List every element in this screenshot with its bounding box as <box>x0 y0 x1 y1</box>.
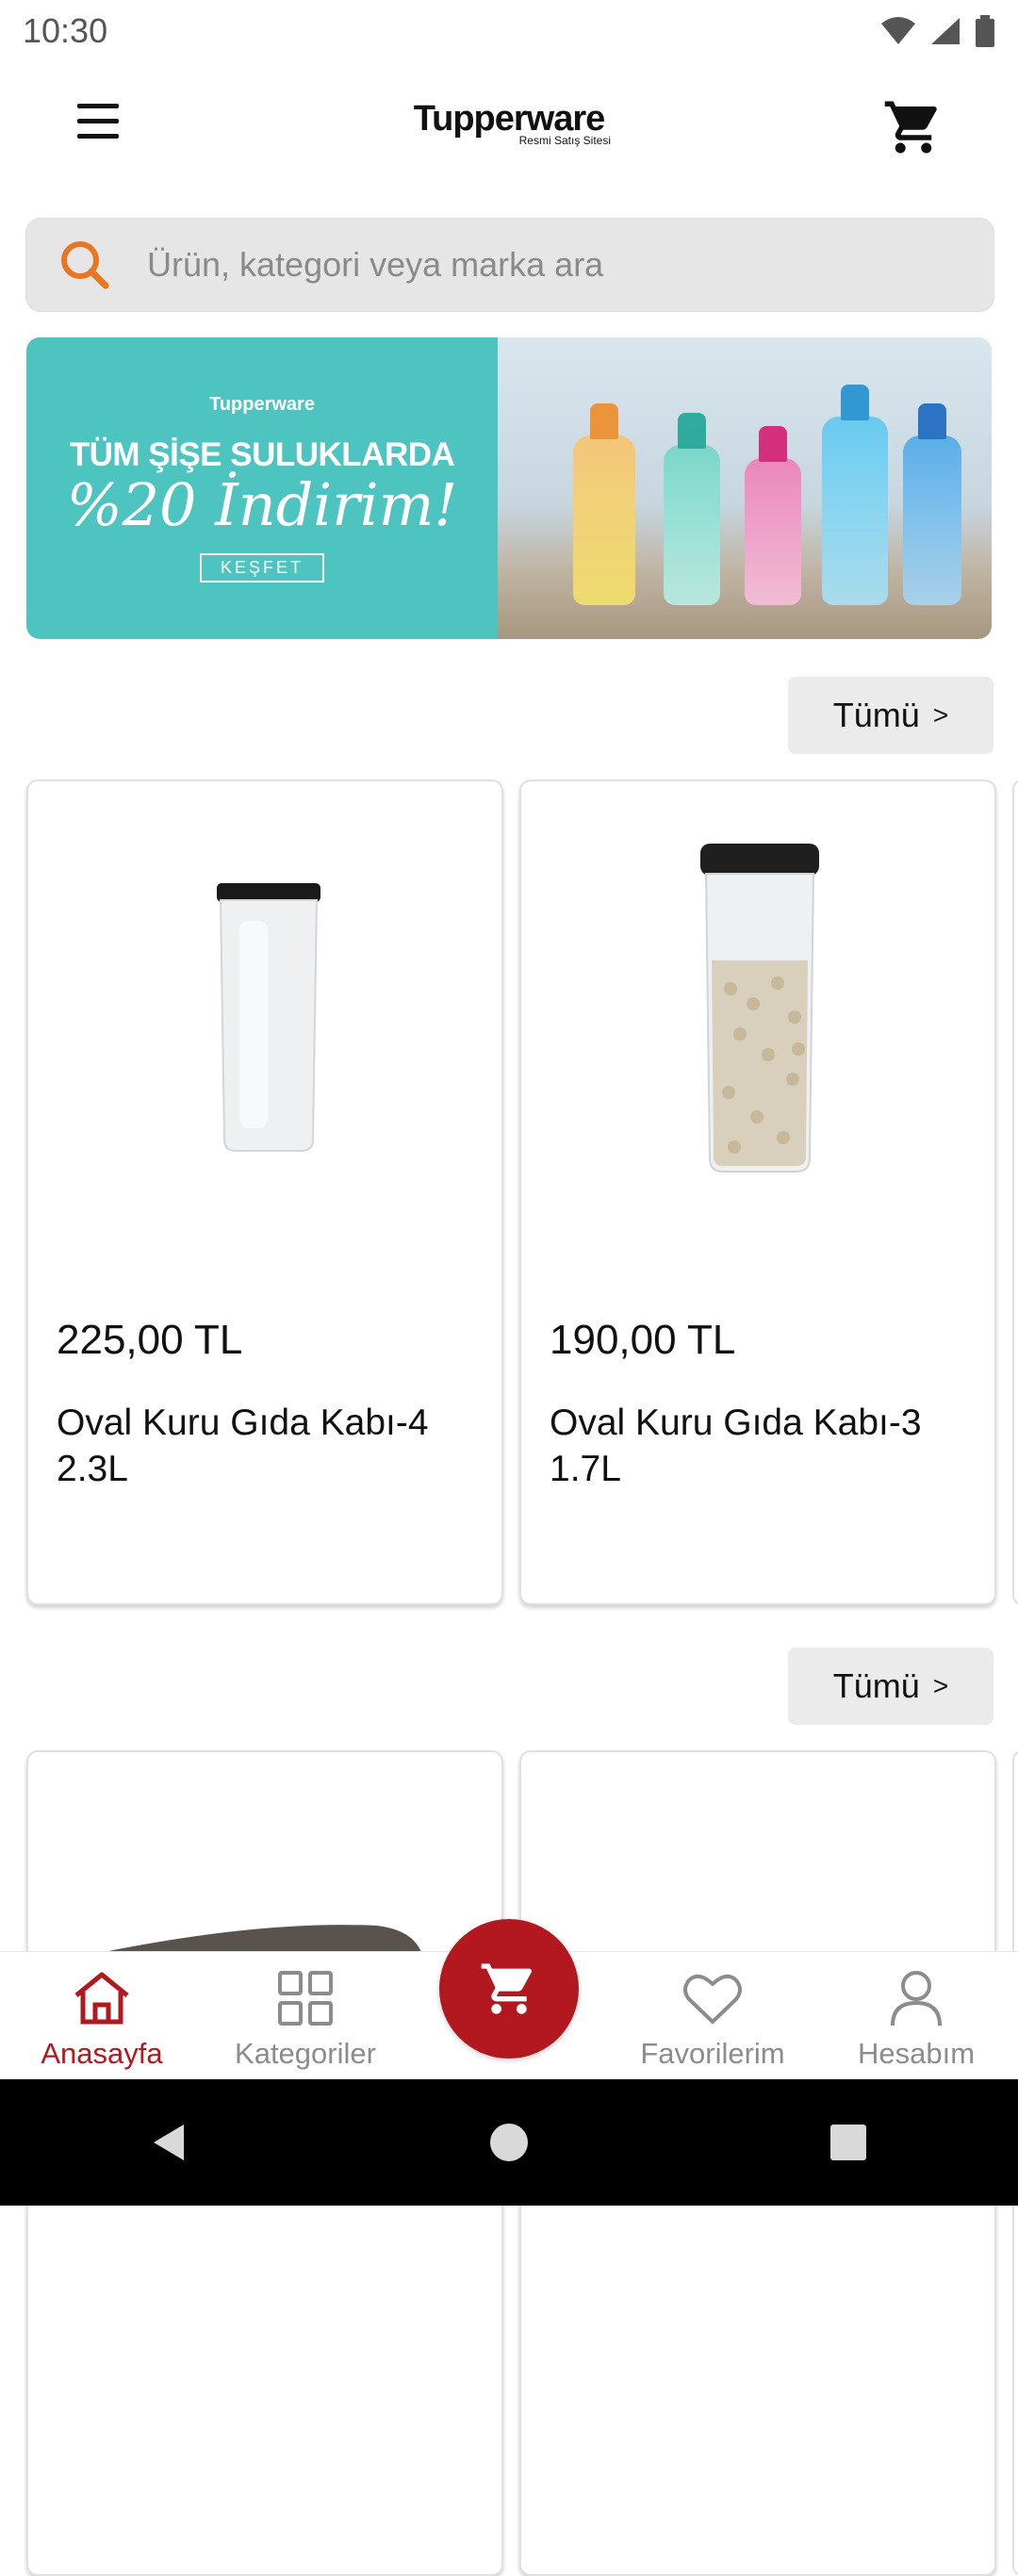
banner-brand: Tupperware <box>209 394 315 415</box>
bottle-teal <box>664 413 720 605</box>
menu-icon[interactable] <box>77 104 124 147</box>
see-all-button[interactable]: Tümü > <box>788 1648 993 1725</box>
product-card[interactable]: 190,00 TL Oval Kuru Gıda Kabı-3 1.7L <box>519 779 996 1605</box>
home-icon <box>74 1972 129 2025</box>
nav-favorites-label: Favorilerim <box>640 2037 785 2070</box>
battery-icon <box>976 15 994 47</box>
product-price: 225,00 TL <box>57 1317 243 1363</box>
search-bar[interactable] <box>25 218 994 312</box>
signal-icon <box>931 18 960 44</box>
nav-account[interactable]: Hesabım <box>814 1952 1018 2080</box>
cart-fab-button[interactable] <box>439 1919 579 2059</box>
nav-account-label: Hesabım <box>857 2037 976 2070</box>
banner-bottles-image <box>498 337 992 639</box>
bottle-blue <box>822 385 888 605</box>
person-icon <box>891 1971 942 2026</box>
logo[interactable]: Tupperware Resmi Satış Sitesi <box>398 100 620 156</box>
banner-discount: %20 İndirim! <box>66 470 458 539</box>
heart-icon <box>683 1974 742 2024</box>
home-button-icon[interactable] <box>485 2119 533 2166</box>
chevron-right-icon: > <box>932 1671 949 1700</box>
bottle-pink <box>745 426 801 605</box>
banner-text-panel: Tupperware TÜM ŞİŞE SULUKLARDA %20 İndir… <box>26 337 498 639</box>
cart-icon[interactable] <box>882 96 944 158</box>
wifi-icon <box>881 17 915 44</box>
see-all-label: Tümü <box>832 696 920 734</box>
nav-categories-label: Kategoriler <box>235 2037 376 2070</box>
banner-headline: TÜM ŞİŞE SULUKLARDA <box>69 436 455 473</box>
chevron-right-icon: > <box>932 700 949 730</box>
product-card[interactable]: 225,00 TL Oval Kuru Gıda Kabı-4 2.3L <box>26 779 503 1605</box>
system-navigation-bar <box>0 2079 1018 2206</box>
logo-text: Tupperware <box>413 99 606 139</box>
product-image <box>521 781 994 1272</box>
search-icon <box>61 241 109 289</box>
status-bar: 10:30 <box>0 0 1018 62</box>
product-price: 190,00 TL <box>550 1317 736 1363</box>
product-card-peek[interactable] <box>1012 779 1018 1605</box>
see-all-button[interactable]: Tümü > <box>788 677 993 754</box>
bottle-darkblue <box>903 403 961 605</box>
grid-icon <box>278 1971 333 2026</box>
product-name: Oval Kuru Gıda Kabı-3 1.7L <box>550 1403 922 1489</box>
nav-categories[interactable]: Kategoriler <box>204 1952 407 2080</box>
nav-favorites[interactable]: Favorilerim <box>611 1952 814 2080</box>
app-bar: Tupperware Resmi Satış Sitesi <box>0 62 1018 190</box>
bottle-orange <box>573 403 635 605</box>
cart-icon <box>481 1963 533 2014</box>
product-name: Oval Kuru Gıda Kabı-4 2.3L <box>57 1403 429 1489</box>
back-icon[interactable] <box>146 2119 193 2166</box>
status-time: 10:30 <box>23 11 108 50</box>
recents-icon[interactable] <box>825 2119 872 2166</box>
nav-home[interactable]: Anasayfa <box>0 1952 204 2080</box>
banner-discover-button[interactable]: KEŞFET <box>199 553 324 582</box>
nav-home-label: Anasayfa <box>41 2037 163 2070</box>
status-icons <box>880 15 995 47</box>
search-input[interactable] <box>145 244 975 286</box>
product-image <box>28 781 501 1272</box>
promo-banner[interactable]: Tupperware TÜM ŞİŞE SULUKLARDA %20 İndir… <box>26 337 992 639</box>
see-all-label: Tümü <box>832 1666 920 1705</box>
